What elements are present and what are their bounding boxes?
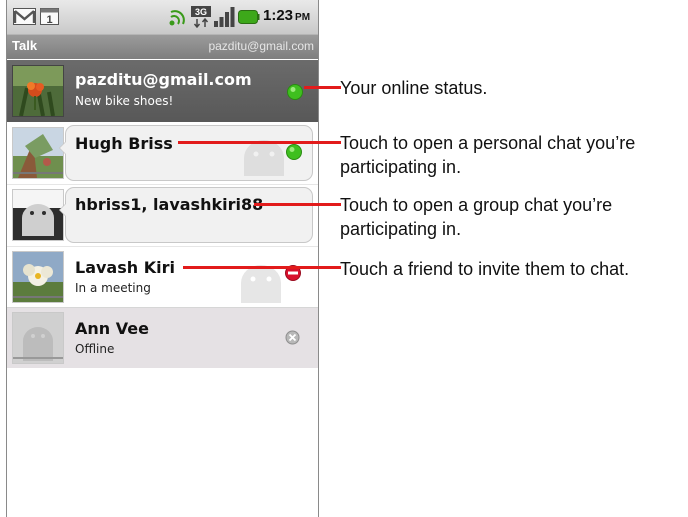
calendar-icon: 1: [40, 8, 59, 25]
app-title: Talk: [12, 38, 38, 53]
callout-line: [304, 86, 341, 89]
available-status-icon[interactable]: [286, 83, 304, 101]
friend-name: Lavash Kiri: [75, 258, 175, 277]
bubble-pointer-fill: [60, 204, 66, 216]
personal-chat-row[interactable]: Hugh Briss: [7, 123, 318, 183]
friend-row[interactable]: Lavash Kiri In a meeting: [7, 246, 318, 307]
friend-status-message: In a meeting: [75, 281, 151, 295]
sync-icon: [169, 10, 185, 26]
friend-name: Ann Vee: [75, 319, 149, 338]
my-status-row[interactable]: pazditu@gmail.com New bike shoes!: [7, 60, 318, 122]
callout-invite-friend: Touch a friend to invite them to chat.: [340, 259, 630, 279]
callout-line: [183, 266, 341, 269]
svg-text:1: 1: [46, 14, 52, 25]
gmail-icon: [13, 8, 36, 25]
my-name: pazditu@gmail.com: [75, 70, 252, 89]
available-status-icon: [286, 144, 302, 160]
lavash-avatar: [12, 251, 64, 303]
chat-name: Hugh Briss: [75, 134, 173, 153]
battery-icon: [238, 10, 260, 24]
callout-line: [254, 203, 341, 206]
offline-status-icon: [285, 330, 300, 345]
group-avatar: [12, 189, 64, 241]
android-watermark-icon: [241, 265, 281, 303]
signal-icon: [214, 7, 235, 27]
data-3g-icon: 3G: [191, 6, 211, 28]
ann-avatar: [12, 312, 64, 364]
callout-group-chat: Touch to open a group chat you’re partic…: [340, 195, 613, 239]
hugh-avatar: [12, 127, 64, 179]
svg-text:3G: 3G: [195, 7, 207, 17]
status-bar: 1 3G 1:23 PM: [7, 0, 318, 35]
my-status-message: New bike shoes!: [75, 94, 174, 108]
friend-row[interactable]: Ann Vee Offline: [7, 307, 318, 368]
phone-screen: 1 3G 1:23 PM Talk pazditu@gmail.com pazd…: [6, 0, 319, 517]
callout-line: [178, 141, 341, 144]
chat-name: hbriss1, lavashkiri88: [75, 195, 264, 214]
group-chat-row[interactable]: hbriss1, lavashkiri88: [7, 184, 318, 245]
account-label: pazditu@gmail.com: [208, 39, 314, 53]
friend-status-message: Offline: [75, 342, 115, 356]
callout-personal-chat: Touch to open a personal chat you’re par…: [340, 133, 636, 177]
title-bar: Talk pazditu@gmail.com: [7, 35, 318, 59]
clock: 1:23 PM: [263, 7, 311, 24]
my-avatar: [12, 65, 64, 117]
bubble-pointer-fill: [60, 142, 66, 154]
callout-online-status: Your online status.: [340, 78, 488, 98]
